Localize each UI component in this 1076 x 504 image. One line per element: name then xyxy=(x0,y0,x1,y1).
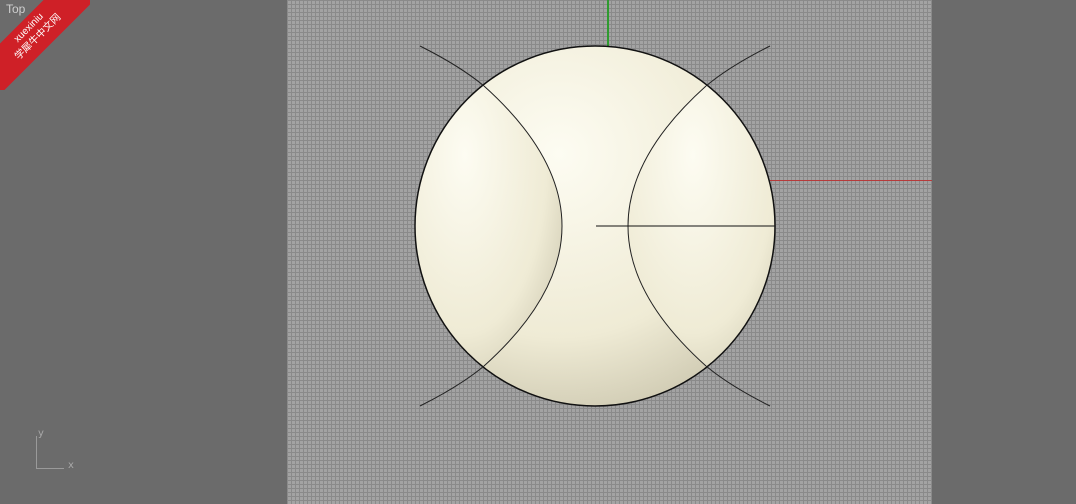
scene-canvas[interactable] xyxy=(0,0,1076,504)
world-axes-icon: y x xyxy=(32,428,82,474)
curve-lower-right[interactable] xyxy=(705,365,771,407)
axis-icon-y-label: y xyxy=(38,428,44,439)
sphere-object[interactable] xyxy=(400,45,790,407)
curve-upper-left[interactable] xyxy=(419,45,485,87)
curve-lower-left[interactable] xyxy=(419,365,485,407)
axis-icon-y-line xyxy=(36,436,37,468)
rhino-top-viewport[interactable]: Top y x xuexiniu 学犀牛中文网 xyxy=(0,0,1076,504)
watermark-line1: xuexiniu xyxy=(12,11,46,45)
watermark-ribbon: xuexiniu 学犀牛中文网 xyxy=(0,0,90,90)
axis-icon-x-line xyxy=(36,468,64,469)
curve-upper-right[interactable] xyxy=(705,45,771,87)
axis-icon-x-label: x xyxy=(68,460,74,471)
